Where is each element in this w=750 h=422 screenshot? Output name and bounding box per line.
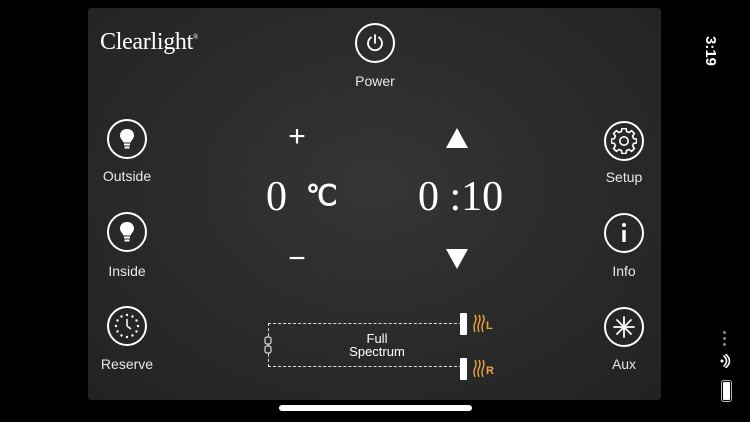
power-icon xyxy=(367,34,383,52)
setup-button[interactable] xyxy=(604,121,644,161)
brand-name: Clearlight xyxy=(100,29,193,55)
left-heater-bar[interactable] xyxy=(460,313,467,335)
asterisk-icon xyxy=(613,316,635,338)
heat-waves-icon xyxy=(473,359,485,378)
timer-increase-arrow[interactable] xyxy=(445,127,469,149)
aux-button[interactable] xyxy=(604,307,644,347)
full-spectrum-label[interactable]: Full Spectrum xyxy=(335,332,419,358)
info-icon xyxy=(622,223,626,242)
timer-value: 0 :10 xyxy=(418,174,504,220)
temperature-value: 0 xyxy=(266,174,287,220)
brand-logo: Clearlight® xyxy=(100,29,198,56)
right-heater-bar[interactable] xyxy=(460,358,467,380)
timer-icon xyxy=(114,313,140,339)
inside-label: Inside xyxy=(108,263,146,279)
full-spectrum-line2: Spectrum xyxy=(349,344,405,359)
outside-label: Outside xyxy=(102,168,152,184)
info-label: Info xyxy=(612,263,636,279)
temperature-decrease-button[interactable]: − xyxy=(282,244,312,274)
brand-mark: ® xyxy=(192,33,199,41)
temperature-increase-button[interactable]: + xyxy=(282,122,312,152)
battery-icon xyxy=(721,380,732,402)
left-heater-tag: L xyxy=(486,320,493,332)
signal-dots-icon xyxy=(723,331,726,349)
gear-icon xyxy=(611,128,637,154)
temperature-unit: ℃ xyxy=(306,180,338,211)
inside-light-button[interactable] xyxy=(107,212,147,252)
heat-waves-icon xyxy=(473,314,485,333)
reserve-button[interactable] xyxy=(107,306,147,346)
wifi-icon xyxy=(720,354,731,368)
app-screen: Clearlight® Power Outside Inside Reserve… xyxy=(0,0,750,422)
power-label: Power xyxy=(355,73,395,89)
lightbulb-icon xyxy=(120,222,134,242)
info-button[interactable] xyxy=(604,213,644,253)
home-indicator[interactable] xyxy=(279,405,472,411)
right-heater-tag: R xyxy=(486,365,494,377)
reserve-label: Reserve xyxy=(100,356,154,372)
power-button[interactable] xyxy=(355,23,395,63)
setup-label: Setup xyxy=(605,169,643,185)
timer-decrease-arrow[interactable] xyxy=(445,248,469,270)
aux-label: Aux xyxy=(611,356,637,372)
link-chain-icon xyxy=(264,336,272,354)
outside-light-button[interactable] xyxy=(107,119,147,159)
lightbulb-icon xyxy=(120,129,134,149)
status-time: 3:19 xyxy=(702,36,719,67)
